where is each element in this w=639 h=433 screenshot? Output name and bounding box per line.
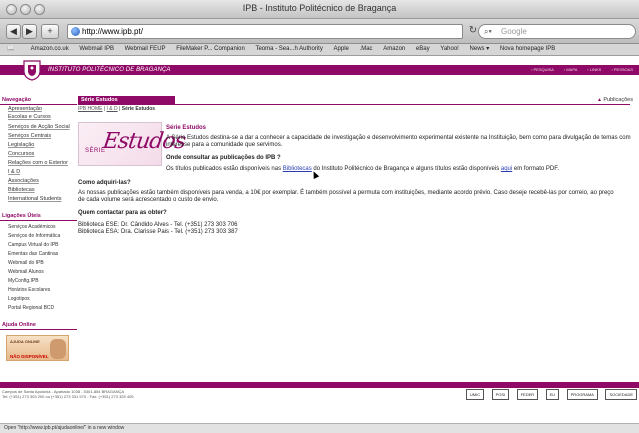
sidebar-item-legislacao[interactable]: Legislação xyxy=(8,142,34,149)
intro-heading: Série Estudos xyxy=(166,125,207,131)
address-bar-text: http://www.ipb.pt/ xyxy=(82,27,143,36)
serie-estudos-banner: SÉRIE Estudos xyxy=(78,122,187,166)
add-bookmark-button[interactable]: + xyxy=(41,24,59,39)
question-how-acquire: Como adquiri-las? xyxy=(78,180,131,186)
sidebar-item-associacoes[interactable]: Associações xyxy=(8,178,39,185)
aqui-link[interactable]: aqui xyxy=(501,166,512,172)
sidebar-item-servicos-centrais[interactable]: Serviços Centrais xyxy=(8,133,51,140)
breadcrumb: IPB HOME | I & D | Série Estudos xyxy=(78,106,156,112)
footer-logos: UMIC POSI FEDER EU PROGRAMA SOCIEDADE xyxy=(463,389,637,401)
bookmark-item[interactable]: Yahoo! xyxy=(440,44,459,55)
sidebar-item-bibliotecas[interactable]: Bibliotecas xyxy=(8,187,35,194)
sociedade-logo[interactable]: SOCIEDADE xyxy=(605,389,637,400)
sidebar-link-campus-virtual[interactable]: Campus Virtual do IPB xyxy=(8,242,59,249)
sidebar-link-webmail-ipb[interactable]: Webmail do IPB xyxy=(8,260,44,267)
sidebar-link-portal-regional[interactable]: Portal Regional BCD xyxy=(8,305,54,312)
umic-logo[interactable]: UMIC xyxy=(465,389,485,400)
footer-phone-line: Tel: (+351) 273 303 200 ou (+351) 273 33… xyxy=(2,394,134,399)
header-links: PESQUISA MAPA LINKS PESSOAS xyxy=(522,67,633,72)
programa-logo[interactable]: PROGRAMA xyxy=(566,389,598,400)
bibliotecas-link[interactable]: Bibliotecas xyxy=(283,166,312,172)
useful-links-title: Ligações Úteis xyxy=(0,212,77,221)
globe-icon xyxy=(71,27,80,36)
status-bar: Open "http://www.ipb.pt/ajudaonline/" in… xyxy=(0,423,639,433)
ipb-logo-icon[interactable] xyxy=(20,59,44,81)
answer-where-consult: Os títulos publicados estão disponíveis … xyxy=(166,166,559,172)
sidebar-link-myconfig[interactable]: MyConfig.IPB xyxy=(8,278,39,285)
sidebar-item-i-d[interactable]: I & D xyxy=(8,169,20,176)
support-person-icon xyxy=(50,339,66,359)
breadcrumb-home[interactable]: IPB HOME xyxy=(78,106,102,112)
online-help-banner-title: AJUDA ONLINE xyxy=(10,339,40,344)
answer-text: do Instituto Politécnico de Bragança e a… xyxy=(311,166,501,172)
sidebar-item-apresentacao[interactable]: Apresentação xyxy=(8,106,42,113)
sidebar-link-servicos-informatica[interactable]: Serviços de Informática xyxy=(8,233,60,240)
nav-section-title: Navegação xyxy=(0,96,77,105)
institution-name[interactable]: INSTITUTO POLITÉCNICO DE BRAGANÇA xyxy=(48,66,171,74)
sidebar-item-relacoes-exterior[interactable]: Relações com o Exterior xyxy=(8,160,68,167)
bookmark-item[interactable]: Amazon xyxy=(383,44,405,55)
publications-link[interactable]: Publicações xyxy=(597,97,633,103)
sidebar-link-logotipos[interactable]: Logotipos xyxy=(8,296,30,303)
forward-button[interactable]: ▶ xyxy=(22,24,37,39)
search-placeholder: Google xyxy=(501,27,527,36)
address-bar[interactable]: http://www.ipb.pt/ xyxy=(67,24,463,39)
breadcrumb-current: Série Estudos xyxy=(121,106,156,112)
contacts-block: Biblioteca ESE: Dr. Cândido Alves - Tel.… xyxy=(78,222,238,236)
question-who-contact: Quem contactar para as obter? xyxy=(78,210,167,216)
bookmark-item[interactable]: Webmail IPB xyxy=(79,44,114,55)
bookmark-item[interactable]: Webmail FEUP xyxy=(125,44,166,55)
search-input[interactable]: ⌕▾ Google xyxy=(478,24,636,39)
answer-text: Os títulos publicados estão disponíveis … xyxy=(166,166,283,172)
question-where-consult: Onde consultar as publicações do IPB ? xyxy=(166,155,281,161)
contact-ese: Biblioteca ESE: Dr. Cândido Alves - Tel.… xyxy=(78,222,238,228)
window-title: IPB - Instituto Politécnico de Bragança xyxy=(242,3,397,13)
header-link-links[interactable]: LINKS xyxy=(587,67,601,72)
bookmark-item[interactable]: eBay xyxy=(416,44,430,55)
posi-logo[interactable]: POSI xyxy=(491,389,510,400)
sidebar-link-webmail-alunos[interactable]: Webmail Alunos xyxy=(8,269,44,276)
online-help-title: Ajuda Online xyxy=(0,321,77,330)
header-link-pessoas[interactable]: PESSOAS xyxy=(611,67,633,72)
breadcrumb-i-d[interactable]: I & D xyxy=(107,106,118,112)
bookmark-item[interactable]: News ▾ xyxy=(470,44,490,55)
footer-address: Campus de Santa Apolónia - Apartado 1038… xyxy=(2,389,134,399)
search-icon: ⌕▾ xyxy=(484,27,492,36)
content-divider xyxy=(78,104,630,105)
sidebar-link-ementas[interactable]: Ementas das Cantinas xyxy=(8,251,58,258)
bookmarks-bar: 📖 Amazon.co.uk Webmail IPB Webmail FEUP … xyxy=(0,44,639,56)
sidebar-link-servicos-academicos[interactable]: Serviços Académicos xyxy=(8,224,56,231)
bookmark-item[interactable]: Amazon.co.uk xyxy=(31,44,69,55)
sidebar-item-escolas-cursos[interactable]: Escolas e Cursos xyxy=(8,114,51,121)
book-icon[interactable]: 📖 xyxy=(7,44,17,55)
footer-bar xyxy=(0,382,639,388)
answer-how-acquire: As nossas publicações estão também dispo… xyxy=(78,190,614,203)
sidebar-item-accao-social[interactable]: Serviços de Acção Social xyxy=(8,124,70,131)
contact-esa: Biblioteca ESA: Dra. Clarisse Pais - Tel… xyxy=(78,229,238,235)
sidebar-item-concursos[interactable]: Concursos xyxy=(8,151,34,158)
back-button[interactable]: ◀ xyxy=(6,24,21,39)
browser-toolbar: ◀ ▶ + http://www.ipb.pt/ ↻ ⌕▾ Google xyxy=(0,19,639,44)
eu-logo[interactable]: EU xyxy=(545,389,560,400)
sidebar-link-horarios[interactable]: Horários Escolares xyxy=(8,287,50,294)
online-help-banner[interactable]: AJUDA ONLINE NÃO DISPONÍVEL xyxy=(6,335,69,361)
bookmark-item[interactable]: Apple xyxy=(334,44,349,55)
online-help-status: NÃO DISPONÍVEL xyxy=(10,354,49,359)
bookmark-item[interactable]: Nova homepage IPB xyxy=(500,44,555,55)
intro-paragraph: A Série Estudos destina-se a dar a conhe… xyxy=(166,135,631,148)
header-link-mapa[interactable]: MAPA xyxy=(564,67,577,72)
feder-logo[interactable]: FEDER xyxy=(516,389,539,400)
header-link-pesquisa[interactable]: PESQUISA xyxy=(531,67,554,72)
window-titlebar: IPB - Instituto Politécnico de Bragança xyxy=(0,0,639,19)
bookmark-item[interactable]: Teoma - Sea...h Authority xyxy=(255,44,322,55)
bookmark-item[interactable]: .Mac xyxy=(360,44,373,55)
answer-text: em formato PDF. xyxy=(512,166,559,172)
sidebar-item-international-students[interactable]: International Students xyxy=(8,196,62,203)
bookmark-item[interactable]: FileMaker P... Companion xyxy=(176,44,245,55)
